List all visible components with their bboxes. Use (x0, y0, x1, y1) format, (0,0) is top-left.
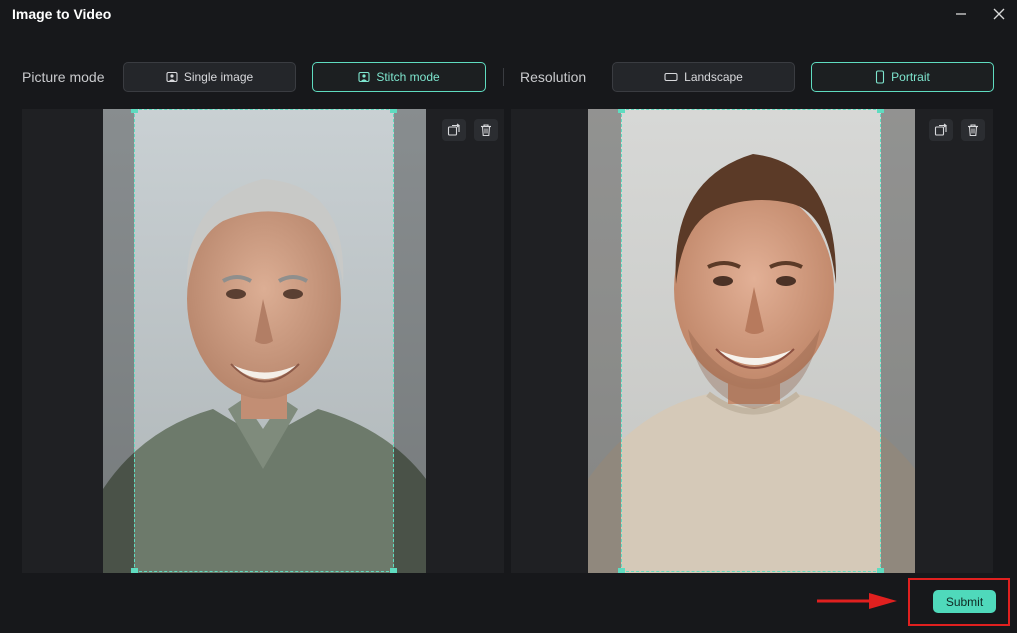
crop-handle-bottom-left[interactable] (618, 568, 625, 573)
image-preview-2 (588, 109, 915, 573)
portrait-icon (876, 70, 885, 84)
crop-shade-right (394, 109, 426, 573)
crop-handle-bottom-left[interactable] (131, 568, 138, 573)
title-bar: Image to Video (0, 0, 1017, 30)
replace-image-button-2[interactable] (929, 119, 953, 141)
image-panel-2 (511, 109, 993, 573)
window-title: Image to Video (12, 6, 112, 22)
crop-handle-bottom-right[interactable] (877, 568, 884, 573)
options-toolbar: Picture mode Single image Stitch mode Re… (0, 62, 1017, 92)
single-image-label: Single image (183, 70, 254, 84)
stitch-icon (358, 71, 370, 83)
stitch-mode-label: Stitch mode (376, 70, 440, 84)
crop-handle-top-left[interactable] (131, 109, 138, 113)
replace-icon (447, 123, 460, 136)
delete-image-button-2[interactable] (961, 119, 985, 141)
minimize-icon (956, 13, 966, 15)
trash-icon (968, 124, 978, 137)
crop-frame-2[interactable] (618, 109, 884, 573)
image-preview-1 (103, 109, 426, 573)
crop-shade-right (881, 109, 915, 573)
toolbar-divider (503, 68, 504, 86)
picture-mode-label: Picture mode (22, 69, 105, 85)
crop-handle-top-left[interactable] (618, 109, 625, 113)
image-icon (166, 71, 178, 83)
crop-frame-1[interactable] (131, 109, 397, 573)
crop-shade-left (588, 109, 621, 573)
single-image-button[interactable]: Single image (123, 62, 296, 92)
resolution-label: Resolution (520, 69, 587, 85)
portrait-label: Portrait (891, 70, 930, 84)
close-icon (993, 8, 1005, 20)
stitch-mode-button[interactable]: Stitch mode (312, 62, 486, 92)
portrait-button[interactable]: Portrait (811, 62, 994, 92)
annotation-arrow (817, 593, 897, 609)
submit-button[interactable]: Submit (933, 590, 996, 613)
crop-handle-top-right[interactable] (877, 109, 884, 113)
crop-shade-left (103, 109, 134, 573)
replace-icon (934, 123, 947, 136)
landscape-icon (664, 72, 678, 82)
crop-handle-top-right[interactable] (390, 109, 397, 113)
delete-image-button-1[interactable] (474, 119, 498, 141)
close-button[interactable] (985, 2, 1013, 26)
landscape-label: Landscape (684, 70, 743, 84)
crop-handle-bottom-right[interactable] (390, 568, 397, 573)
minimize-button[interactable] (947, 2, 975, 26)
landscape-button[interactable]: Landscape (612, 62, 795, 92)
image-panel-1 (22, 109, 504, 573)
replace-image-button-1[interactable] (442, 119, 466, 141)
trash-icon (481, 124, 491, 137)
